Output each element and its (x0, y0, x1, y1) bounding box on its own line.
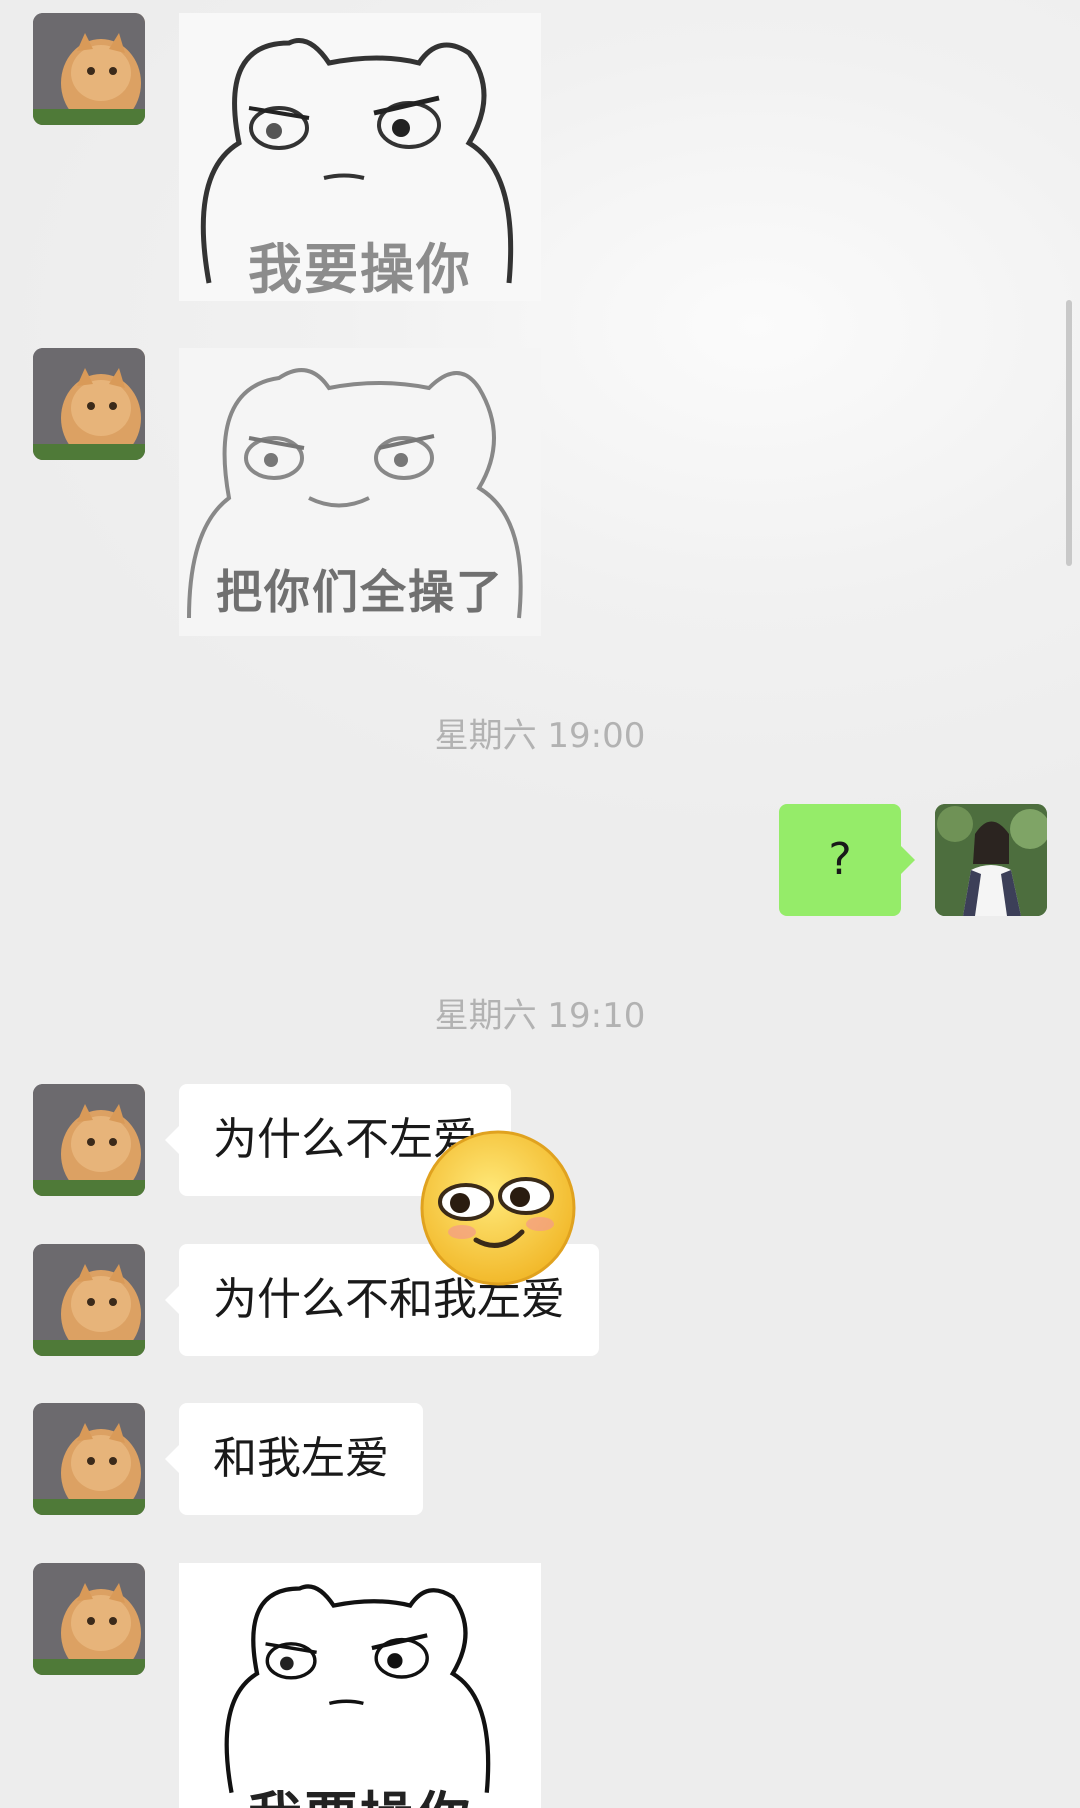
sticker-image[interactable]: 我要操你 (179, 1563, 541, 1808)
incoming-message[interactable]: 和我左爱 (165, 1403, 423, 1515)
contact-avatar[interactable] (33, 1244, 145, 1356)
scrollbar[interactable] (1066, 300, 1072, 566)
contact-avatar[interactable] (33, 13, 145, 125)
contact-avatar[interactable] (33, 1563, 145, 1675)
sticker-caption: 把你们全操了 (216, 565, 504, 619)
sticker-caption: 我要操你 (179, 1773, 541, 1808)
message-text: ? (828, 834, 852, 885)
smirk-emoji-icon (418, 1128, 578, 1288)
message-text: 和我左爱 (213, 1433, 389, 1484)
self-avatar[interactable] (935, 804, 1047, 916)
timestamp: 星期六 19:10 (434, 996, 646, 1036)
sticker-caption: 我要操你 (248, 238, 472, 301)
sticker-image[interactable]: 把你们全操了 (179, 348, 541, 636)
contact-avatar[interactable] (33, 348, 145, 460)
contact-avatar[interactable] (33, 1403, 145, 1515)
sticker-image[interactable]: 我要操你 (179, 13, 541, 301)
contact-avatar[interactable] (33, 1084, 145, 1196)
outgoing-message[interactable]: ? (779, 804, 915, 916)
timestamp: 星期六 19:00 (434, 716, 646, 756)
